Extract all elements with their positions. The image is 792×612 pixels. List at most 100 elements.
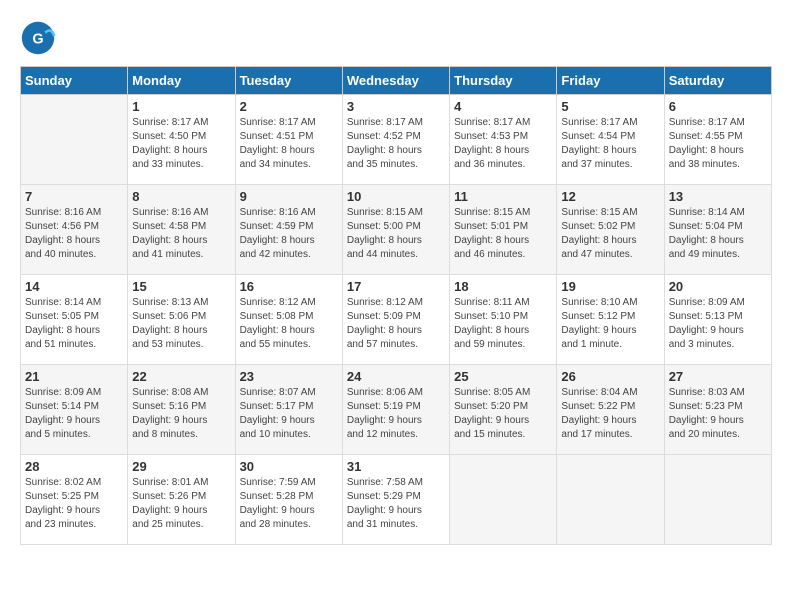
calendar-day-cell: 16Sunrise: 8:12 AMSunset: 5:08 PMDayligh…: [235, 275, 342, 365]
empty-cell: [450, 455, 557, 545]
day-info: Sunrise: 8:03 AMSunset: 5:23 PMDaylight:…: [669, 386, 767, 442]
calendar-day-cell: 18 Sunrise: 8:11 AMSunset: 5:10 PMDayligh…: [450, 275, 557, 365]
calendar-week-row: 7 Sunrise: 8:16 AMSunset: 4:56 PMDaylight…: [21, 185, 772, 275]
calendar-day-cell: 27Sunrise: 8:03 AMSunset: 5:23 PMDayligh…: [664, 365, 771, 455]
calendar-day-cell: 3 Sunrise: 8:17 AMSunset: 4:52 PMDaylight…: [342, 95, 449, 185]
calendar-day-cell: 14 Sunrise: 8:14 AMSunset: 5:05 PMDayligh…: [21, 275, 128, 365]
day-number: 9: [240, 189, 338, 204]
day-info: Sunrise: 8:17 AMSunset: 4:53 PMDaylight:…: [454, 116, 552, 172]
calendar-day-cell: 30 Sunrise: 7:59 AMSunset: 5:28 PMDayligh…: [235, 455, 342, 545]
day-info: Sunrise: 8:12 AMSunset: 5:09 PMDaylight:…: [347, 296, 445, 352]
day-number: 4: [454, 99, 552, 114]
calendar-day-cell: 1 Sunrise: 8:17 AMSunset: 4:50 PMDaylight…: [128, 95, 235, 185]
day-number: 23: [240, 369, 338, 384]
day-number: 30: [240, 459, 338, 474]
day-number: 28: [25, 459, 123, 474]
calendar-week-row: 28Sunrise: 8:02 AMSunset: 5:25 PMDayligh…: [21, 455, 772, 545]
day-number: 20: [669, 279, 767, 294]
calendar-day-cell: 11 Sunrise: 8:15 AMSunset: 5:01 PMDayligh…: [450, 185, 557, 275]
calendar-day-cell: 20 Sunrise: 8:09 AMSunset: 5:13 PMDayligh…: [664, 275, 771, 365]
calendar-day-cell: 7 Sunrise: 8:16 AMSunset: 4:56 PMDaylight…: [21, 185, 128, 275]
day-info: Sunrise: 7:59 AMSunset: 5:28 PMDaylight:…: [240, 476, 338, 532]
weekday-header-row: SundayMondayTuesdayWednesdayThursdayFrid…: [21, 67, 772, 95]
weekday-header-monday: Monday: [128, 67, 235, 95]
day-info: Sunrise: 8:08 AMSunset: 5:16 PMDaylight:…: [132, 386, 230, 442]
day-info: Sunrise: 8:14 AMSunset: 5:05 PMDaylight:…: [25, 296, 123, 352]
calendar-day-cell: 9 Sunrise: 8:16 AMSunset: 4:59 PMDaylight…: [235, 185, 342, 275]
empty-cell: [557, 455, 664, 545]
day-number: 5: [561, 99, 659, 114]
day-info: Sunrise: 8:17 AMSunset: 4:52 PMDaylight:…: [347, 116, 445, 172]
calendar-day-cell: 5 Sunrise: 8:17 AMSunset: 4:54 PMDaylight…: [557, 95, 664, 185]
day-info: Sunrise: 8:15 AMSunset: 5:02 PMDaylight:…: [561, 206, 659, 262]
day-number: 21: [25, 369, 123, 384]
day-number: 31: [347, 459, 445, 474]
day-info: Sunrise: 8:17 AMSunset: 4:50 PMDaylight:…: [132, 116, 230, 172]
calendar-week-row: 21 Sunrise: 8:09 AMSunset: 5:14 PMDayligh…: [21, 365, 772, 455]
day-number: 10: [347, 189, 445, 204]
day-number: 29: [132, 459, 230, 474]
day-info: Sunrise: 8:16 AMSunset: 4:56 PMDaylight:…: [25, 206, 123, 262]
calendar-day-cell: 29 Sunrise: 8:01 AMSunset: 5:26 PMDayligh…: [128, 455, 235, 545]
day-number: 13: [669, 189, 767, 204]
calendar-day-cell: 23 Sunrise: 8:07 AMSunset: 5:17 PMDayligh…: [235, 365, 342, 455]
calendar-day-cell: 4 Sunrise: 8:17 AMSunset: 4:53 PMDaylight…: [450, 95, 557, 185]
day-info: Sunrise: 8:13 AMSunset: 5:06 PMDaylight:…: [132, 296, 230, 352]
day-info: Sunrise: 8:14 AMSunset: 5:04 PMDaylight:…: [669, 206, 767, 262]
day-number: 18: [454, 279, 552, 294]
weekday-header-thursday: Thursday: [450, 67, 557, 95]
calendar-week-row: 14 Sunrise: 8:14 AMSunset: 5:05 PMDayligh…: [21, 275, 772, 365]
day-number: 7: [25, 189, 123, 204]
day-info: Sunrise: 8:01 AMSunset: 5:26 PMDaylight:…: [132, 476, 230, 532]
day-info: Sunrise: 8:07 AMSunset: 5:17 PMDaylight:…: [240, 386, 338, 442]
empty-cell: [664, 455, 771, 545]
day-info: Sunrise: 7:58 AMSunset: 5:29 PMDaylight:…: [347, 476, 445, 532]
day-info: Sunrise: 8:15 AMSunset: 5:01 PMDaylight:…: [454, 206, 552, 262]
day-number: 26: [561, 369, 659, 384]
calendar-day-cell: 21 Sunrise: 8:09 AMSunset: 5:14 PMDayligh…: [21, 365, 128, 455]
day-number: 14: [25, 279, 123, 294]
day-info: Sunrise: 8:12 AMSunset: 5:08 PMDaylight:…: [240, 296, 338, 352]
calendar-day-cell: 31 Sunrise: 7:58 AMSunset: 5:29 PMDayligh…: [342, 455, 449, 545]
calendar-day-cell: 17 Sunrise: 8:12 AMSunset: 5:09 PMDayligh…: [342, 275, 449, 365]
day-number: 6: [669, 99, 767, 114]
logo: G: [20, 20, 62, 56]
day-number: 17: [347, 279, 445, 294]
calendar-day-cell: 13 Sunrise: 8:14 AMSunset: 5:04 PMDayligh…: [664, 185, 771, 275]
day-number: 25: [454, 369, 552, 384]
calendar-day-cell: 12 Sunrise: 8:15 AMSunset: 5:02 PMDayligh…: [557, 185, 664, 275]
day-info: Sunrise: 8:06 AMSunset: 5:19 PMDaylight:…: [347, 386, 445, 442]
weekday-header-tuesday: Tuesday: [235, 67, 342, 95]
calendar-week-row: 1 Sunrise: 8:17 AMSunset: 4:50 PMDaylight…: [21, 95, 772, 185]
day-number: 12: [561, 189, 659, 204]
day-info: Sunrise: 8:16 AMSunset: 4:59 PMDaylight:…: [240, 206, 338, 262]
day-number: 1: [132, 99, 230, 114]
day-info: Sunrise: 8:05 AMSunset: 5:20 PMDaylight:…: [454, 386, 552, 442]
day-info: Sunrise: 8:17 AMSunset: 4:55 PMDaylight:…: [669, 116, 767, 172]
day-number: 11: [454, 189, 552, 204]
day-info: Sunrise: 8:09 AMSunset: 5:14 PMDaylight:…: [25, 386, 123, 442]
calendar-day-cell: 8 Sunrise: 8:16 AMSunset: 4:58 PMDaylight…: [128, 185, 235, 275]
day-number: 19: [561, 279, 659, 294]
calendar-day-cell: 19Sunrise: 8:10 AMSunset: 5:12 PMDayligh…: [557, 275, 664, 365]
day-number: 24: [347, 369, 445, 384]
calendar-day-cell: 28Sunrise: 8:02 AMSunset: 5:25 PMDayligh…: [21, 455, 128, 545]
day-number: 2: [240, 99, 338, 114]
day-info: Sunrise: 8:15 AMSunset: 5:00 PMDaylight:…: [347, 206, 445, 262]
day-info: Sunrise: 8:17 AMSunset: 4:54 PMDaylight:…: [561, 116, 659, 172]
day-number: 8: [132, 189, 230, 204]
weekday-header-friday: Friday: [557, 67, 664, 95]
day-info: Sunrise: 8:09 AMSunset: 5:13 PMDaylight:…: [669, 296, 767, 352]
day-info: Sunrise: 8:17 AMSunset: 4:51 PMDaylight:…: [240, 116, 338, 172]
calendar-day-cell: 10 Sunrise: 8:15 AMSunset: 5:00 PMDayligh…: [342, 185, 449, 275]
day-info: Sunrise: 8:11 AMSunset: 5:10 PMDaylight:…: [454, 296, 552, 352]
calendar-day-cell: 24 Sunrise: 8:06 AMSunset: 5:19 PMDayligh…: [342, 365, 449, 455]
weekday-header-saturday: Saturday: [664, 67, 771, 95]
calendar-day-cell: 25 Sunrise: 8:05 AMSunset: 5:20 PMDayligh…: [450, 365, 557, 455]
day-info: Sunrise: 8:16 AMSunset: 4:58 PMDaylight:…: [132, 206, 230, 262]
day-number: 3: [347, 99, 445, 114]
day-number: 15: [132, 279, 230, 294]
svg-text:G: G: [32, 31, 43, 47]
calendar-day-cell: 15 Sunrise: 8:13 AMSunset: 5:06 PMDayligh…: [128, 275, 235, 365]
calendar-day-cell: 2 Sunrise: 8:17 AMSunset: 4:51 PMDaylight…: [235, 95, 342, 185]
